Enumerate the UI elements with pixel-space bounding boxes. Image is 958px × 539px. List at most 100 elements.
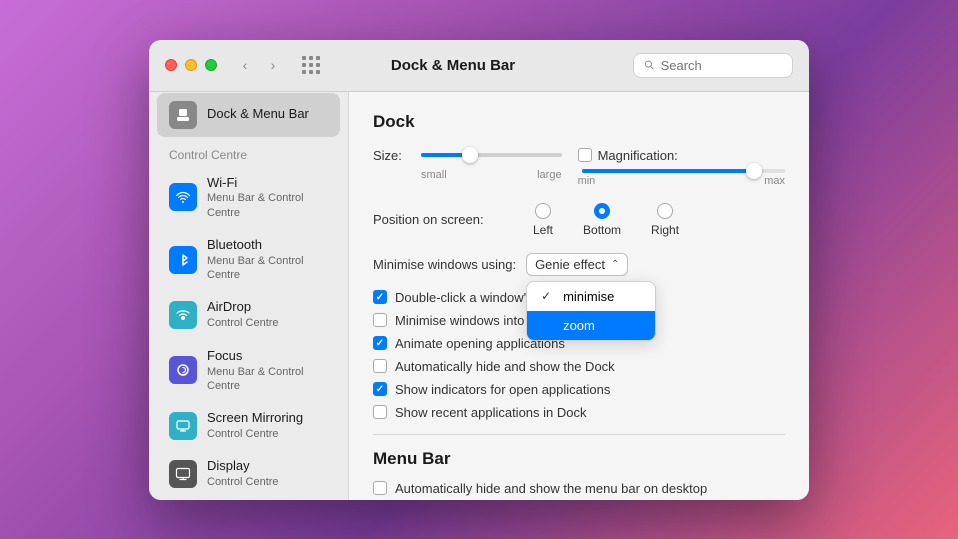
wifi-icon (169, 183, 197, 211)
minimize-button[interactable] (185, 59, 197, 71)
position-left[interactable]: Left (533, 203, 553, 237)
sidebar-bluetooth-subtitle: Menu Bar & Control Centre (207, 254, 328, 283)
traffic-lights (165, 59, 217, 71)
size-slider-thumb[interactable] (462, 147, 478, 163)
chevron-down-icon: ⌃ (611, 259, 619, 270)
sidebar-focus-title: Focus (207, 348, 328, 365)
main-panel: Dock Size: small (349, 92, 809, 500)
magnification-label: Magnification: (598, 148, 678, 163)
size-slider-track (421, 153, 562, 157)
sidebar-wifi-title: Wi-Fi (207, 175, 328, 192)
settings-window: ‹ › Dock & Menu Bar (149, 40, 809, 500)
close-button[interactable] (165, 59, 177, 71)
radio-left[interactable] (535, 203, 551, 219)
sidebar-display-text: Display Control Centre (207, 458, 328, 489)
sidebar-item-display[interactable]: Display Control Centre (157, 450, 340, 497)
search-icon (644, 59, 655, 71)
sidebar-wifi-subtitle: Menu Bar & Control Centre (207, 191, 328, 220)
minimise-label: Minimise windows using: (373, 257, 516, 272)
menu-bar-title: Menu Bar (373, 449, 785, 469)
position-left-label: Left (533, 223, 553, 237)
display-icon (169, 460, 197, 488)
mag-min-label: min (578, 175, 596, 187)
bluetooth-icon (169, 246, 197, 274)
sidebar-wifi-text: Wi-Fi Menu Bar & Control Centre (207, 175, 328, 220)
checkbox-minimise-into[interactable] (373, 313, 387, 327)
checkbox-row-5: Show recent applications in Dock (373, 405, 785, 420)
size-label: Size: (373, 148, 413, 163)
sidebar-mirroring-subtitle: Control Centre (207, 427, 328, 441)
sidebar-bluetooth-title: Bluetooth (207, 237, 328, 254)
window-title: Dock & Menu Bar (273, 57, 633, 74)
minimise-dropdown[interactable]: Genie effect ⌃ (526, 253, 628, 276)
focus-icon (169, 356, 197, 384)
position-bottom-label: Bottom (583, 223, 621, 237)
minimise-dropdown-popup: ✓ minimise zoom (526, 281, 656, 341)
checkbox-indicators-label: Show indicators for open applications (395, 382, 610, 397)
titlebar: ‹ › Dock & Menu Bar (149, 40, 809, 92)
checkbox-row-4: Show indicators for open applications (373, 382, 785, 397)
mag-slider-fill (582, 169, 755, 173)
sidebar-dock-title: Dock & Menu Bar (207, 106, 328, 123)
sidebar: Dock & Menu Bar Control Centre Wi-Fi Men… (149, 92, 349, 500)
sidebar-display-title: Display (207, 458, 328, 475)
sidebar-item-screen-mirroring[interactable]: Screen Mirroring Control Centre (157, 402, 340, 449)
checkbox-indicators[interactable] (373, 382, 387, 396)
magnification-checkbox[interactable] (578, 148, 592, 162)
sidebar-bluetooth-text: Bluetooth Menu Bar & Control Centre (207, 237, 328, 282)
sidebar-item-wifi[interactable]: Wi-Fi Menu Bar & Control Centre (157, 167, 340, 228)
screen-mirroring-icon (169, 412, 197, 440)
control-centre-label: Control Centre (149, 138, 348, 166)
checkbox-auto-hide-menu-label: Automatically hide and show the menu bar… (395, 481, 707, 496)
checkbox-recent-apps-label: Show recent applications in Dock (395, 405, 587, 420)
dropdown-zoom-label: zoom (563, 318, 595, 333)
position-right[interactable]: Right (651, 203, 679, 237)
sidebar-item-airdrop[interactable]: AirDrop Control Centre (157, 291, 340, 338)
dropdown-item-zoom[interactable]: zoom (527, 311, 655, 340)
sidebar-airdrop-subtitle: Control Centre (207, 316, 328, 330)
sidebar-focus-subtitle: Menu Bar & Control Centre (207, 365, 328, 394)
checkbox-auto-hide[interactable] (373, 359, 387, 373)
sidebar-focus-text: Focus Menu Bar & Control Centre (207, 348, 328, 393)
radio-bottom[interactable] (594, 203, 610, 219)
maximize-button[interactable] (205, 59, 217, 71)
sidebar-item-focus[interactable]: Focus Menu Bar & Control Centre (157, 340, 340, 401)
sidebar-display-subtitle: Control Centre (207, 475, 328, 489)
dropdown-minimise-label: minimise (563, 289, 614, 304)
sidebar-mirroring-title: Screen Mirroring (207, 410, 328, 427)
position-label: Position on screen: (373, 212, 533, 227)
checkbox-double-click[interactable] (373, 290, 387, 304)
sidebar-airdrop-title: AirDrop (207, 299, 328, 316)
position-bottom[interactable]: Bottom (583, 203, 621, 237)
sidebar-mirroring-text: Screen Mirroring Control Centre (207, 410, 328, 441)
mag-slider-track (582, 169, 785, 173)
checkbox-auto-hide-label: Automatically hide and show the Dock (395, 359, 615, 374)
sidebar-item-sound[interactable]: Sound Menu Bar & Control Centre (157, 499, 340, 500)
airdrop-icon (169, 301, 197, 329)
back-button[interactable]: ‹ (233, 53, 257, 77)
check-icon: ✓ (541, 289, 555, 303)
checkbox-animate[interactable] (373, 336, 387, 350)
minimise-dropdown-value: Genie effect (535, 257, 605, 272)
position-row: Position on screen: Left Bottom Right (373, 203, 785, 237)
mag-slider-thumb[interactable] (746, 163, 762, 179)
sidebar-dock-text: Dock & Menu Bar (207, 106, 328, 123)
minimise-dropdown-wrapper: Genie effect ⌃ ✓ minimise zoom (526, 253, 628, 276)
dock-section-title: Dock (373, 112, 785, 132)
mag-max-label: max (764, 175, 785, 187)
position-right-label: Right (651, 223, 679, 237)
sidebar-item-bluetooth[interactable]: Bluetooth Menu Bar & Control Centre (157, 229, 340, 290)
separator (373, 434, 785, 435)
checkbox-recent-apps[interactable] (373, 405, 387, 419)
dock-icon (169, 101, 197, 129)
checkbox-auto-hide-menu[interactable] (373, 481, 387, 495)
size-large-label: large (537, 169, 561, 181)
search-bar[interactable] (633, 53, 793, 78)
sidebar-item-dock-menu-bar[interactable]: Dock & Menu Bar (157, 93, 340, 137)
checkbox-row-3: Automatically hide and show the Dock (373, 359, 785, 374)
radio-right[interactable] (657, 203, 673, 219)
size-small-label: small (421, 169, 447, 181)
search-input[interactable] (661, 58, 782, 73)
menu-bar-checkbox-0: Automatically hide and show the menu bar… (373, 481, 785, 496)
dropdown-item-minimise[interactable]: ✓ minimise (527, 282, 655, 311)
